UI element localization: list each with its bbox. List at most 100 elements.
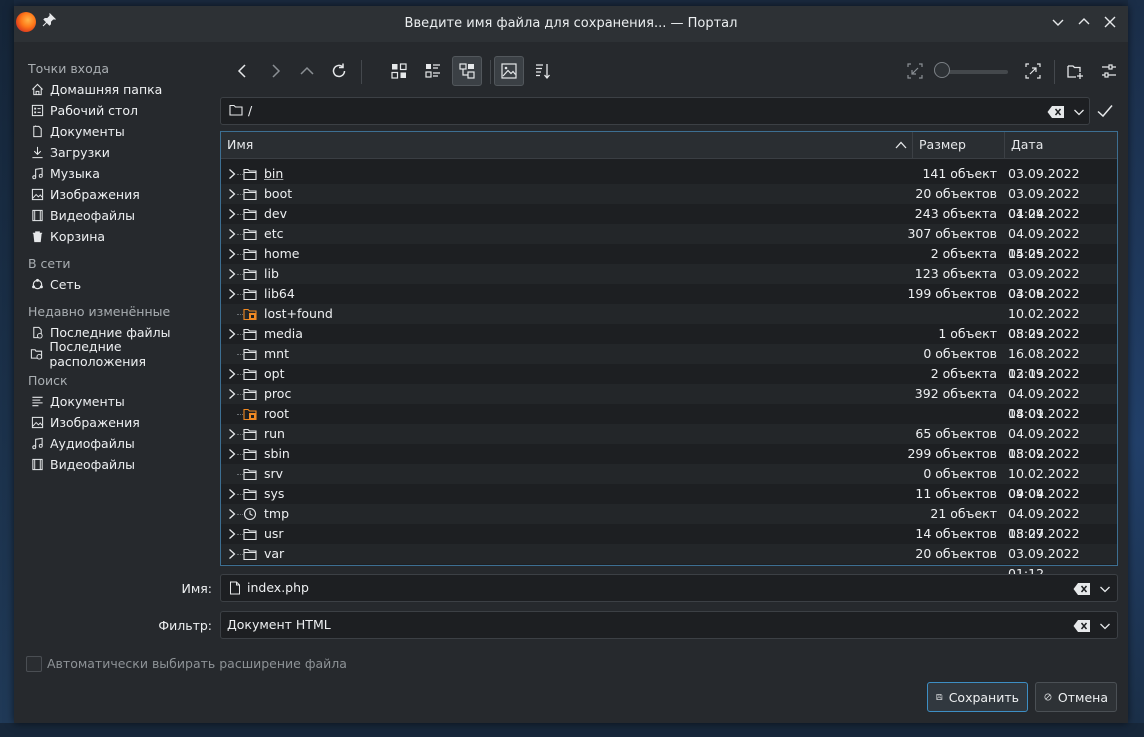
close-icon: [1104, 16, 1116, 28]
sidebar-item-music[interactable]: Музыка: [14, 163, 214, 184]
options-menu-button[interactable]: [1094, 56, 1124, 86]
file-row[interactable]: lib64199 объектов03.09.2022 20:08: [221, 284, 1117, 321]
new-folder-button[interactable]: [1060, 56, 1090, 86]
file-row[interactable]: lib 123 объекта 03.09.2022 04:08: [221, 264, 1117, 301]
filename-value[interactable]: index.php: [247, 580, 309, 595]
expand-chevron-icon[interactable]: [227, 248, 237, 260]
cancel-button-label: Отмена: [1057, 689, 1108, 705]
sidebar-item-label: Изображения: [50, 415, 140, 430]
file-row[interactable]: mnt 0 объектов 16.08.2022 12:13: [221, 344, 1117, 381]
icon-view-button[interactable]: [384, 56, 414, 86]
column-header-name[interactable]: Имя: [221, 132, 911, 158]
sidebar-item-videos[interactable]: Видеофайлы: [14, 205, 214, 226]
filter-value[interactable]: Документ HTML: [227, 617, 331, 632]
sidebar-item-search-audio[interactable]: Аудиофайлы: [14, 433, 214, 454]
desktop-background-bottom: [0, 723, 1144, 737]
sort-button[interactable]: [528, 56, 558, 86]
sidebar-item-documents[interactable]: Документы: [14, 121, 214, 142]
auto-extension-checkbox[interactable]: [26, 656, 42, 672]
expand-chevron-icon[interactable]: [227, 528, 237, 540]
expand-chevron-icon[interactable]: [227, 188, 237, 200]
folder-icon: [243, 448, 257, 461]
file-row[interactable]: sys11 объектов04.09.2022 18:01: [221, 484, 1117, 521]
expand-chevron-icon[interactable]: [227, 388, 237, 400]
expand-chevron-icon[interactable]: [227, 448, 237, 460]
clear-location-icon[interactable]: [1047, 105, 1065, 119]
file-row[interactable]: media1 объект03.09.2022 01:38: [221, 324, 1117, 361]
sidebar-item-home[interactable]: Домашняя папка: [14, 79, 214, 100]
expand-chevron-icon[interactable]: [227, 428, 237, 440]
location-path[interactable]: /: [248, 103, 252, 118]
file-name: var: [264, 546, 285, 561]
save-button[interactable]: Сохранить: [927, 682, 1028, 712]
minimize-button[interactable]: [1048, 14, 1068, 34]
expand-chevron-icon[interactable]: [227, 268, 237, 280]
chevron-down-icon[interactable]: [1073, 106, 1085, 118]
file-row[interactable]: lost+found 10.02.2022 08:23: [221, 304, 1117, 341]
filter-combobox[interactable]: Документ HTML: [220, 611, 1118, 639]
expand-chevron-icon[interactable]: [227, 328, 237, 340]
file-name: srv: [264, 466, 284, 481]
sidebar-item-desktop[interactable]: Рабочий стол: [14, 100, 214, 121]
confirm-location-button[interactable]: [1096, 102, 1114, 120]
file-name: tmp: [264, 506, 290, 521]
location-bar[interactable]: /: [220, 97, 1090, 125]
parent-folder-button[interactable]: [292, 56, 322, 86]
expand-chevron-icon[interactable]: [227, 488, 237, 500]
close-button[interactable]: [1100, 14, 1120, 34]
file-row[interactable]: srv 0 объектов 10.02.2022 09:04: [221, 464, 1117, 501]
filename-field[interactable]: index.php: [220, 574, 1118, 602]
file-row[interactable]: sbin299 объектов03.09.2022 00:58: [221, 444, 1117, 481]
file-row[interactable]: boot 20 объектов 03.09.2022 01:24: [221, 184, 1117, 221]
file-row[interactable]: bin141 объект03.09.2022 00:57: [221, 164, 1117, 201]
file-row[interactable]: opt2 объекта03.09.2022 14:55: [221, 364, 1117, 401]
tree-view-button[interactable]: [452, 56, 482, 86]
column-header-size[interactable]: Размер: [912, 132, 1004, 158]
sidebar-item-search-documents[interactable]: Документы: [14, 391, 214, 412]
file-row[interactable]: proc 392 объекта 04.09.2022 18:01: [221, 384, 1117, 421]
back-button[interactable]: [228, 56, 258, 86]
file-row[interactable]: var20 объектов03.09.2022 01:12: [221, 544, 1117, 581]
file-row[interactable]: dev243 объекта04.09.2022 18:02: [221, 204, 1117, 241]
sidebar-item-search-videos[interactable]: Видеофайлы: [14, 454, 214, 475]
expand-chevron-icon[interactable]: [227, 168, 237, 180]
clear-filename-icon[interactable]: [1073, 582, 1091, 596]
sidebar-heading-entry-points: Точки входа: [28, 61, 110, 76]
preview-toggle-button[interactable]: [494, 56, 524, 86]
sidebar-item-label: Сеть: [50, 277, 82, 292]
file-row[interactable]: etc 307 объектов 04.09.2022 15:25: [221, 224, 1117, 261]
file-list[interactable]: Имя Размер Дата bin 141 объект 03.09.2022 …: [220, 131, 1118, 581]
auto-extension-label[interactable]: Автоматически выбирать расширение файла: [47, 656, 347, 671]
file-row[interactable]: home2 объекта04.09.2022 15:12: [221, 244, 1117, 281]
file-row[interactable]: usr14 объектов03.09.2022 00:55: [221, 524, 1117, 561]
sidebar-item-network[interactable]: Сеть: [14, 274, 214, 295]
expand-chevron-icon[interactable]: [227, 288, 237, 300]
expand-chevron-icon[interactable]: [227, 228, 237, 240]
zoom-in-button[interactable]: [1018, 56, 1048, 86]
zoom-slider-handle[interactable]: [934, 62, 950, 78]
reload-button[interactable]: [324, 56, 354, 86]
chevron-down-icon: [1052, 19, 1064, 26]
sidebar-item-pictures[interactable]: Изображения: [14, 184, 214, 205]
detail-view-button[interactable]: [418, 56, 448, 86]
chevron-down-icon[interactable]: [1099, 620, 1111, 632]
expand-chevron-icon[interactable]: [227, 208, 237, 220]
cancel-button[interactable]: Отмена: [1035, 682, 1117, 712]
sidebar-item-recent-locations[interactable]: Последние расположения: [14, 339, 214, 369]
maximize-button[interactable]: [1074, 14, 1094, 34]
sidebar-item-search-images[interactable]: Изображения: [14, 412, 214, 433]
column-header-date[interactable]: Дата: [1004, 132, 1117, 158]
zoom-out-button[interactable]: [900, 56, 930, 86]
file-row[interactable]: run 65 объектов 04.09.2022 18:02: [221, 424, 1117, 461]
sidebar-item-trash[interactable]: Корзина: [14, 226, 214, 247]
expand-chevron-icon[interactable]: [227, 368, 237, 380]
clear-filter-icon[interactable]: [1073, 619, 1091, 633]
expand-chevron-icon[interactable]: [227, 508, 237, 520]
forward-button[interactable]: [260, 56, 290, 86]
expand-chevron-icon[interactable]: [227, 548, 237, 560]
file-row[interactable]: tmp 21 объект 04.09.2022 18:27: [221, 504, 1117, 541]
file-row[interactable]: root04.09.2022 15:25: [221, 404, 1117, 441]
sidebar-item-downloads[interactable]: Загрузки: [14, 142, 214, 163]
chevron-down-icon[interactable]: [1099, 583, 1111, 595]
sidebar-heading-network: В сети: [28, 256, 71, 271]
